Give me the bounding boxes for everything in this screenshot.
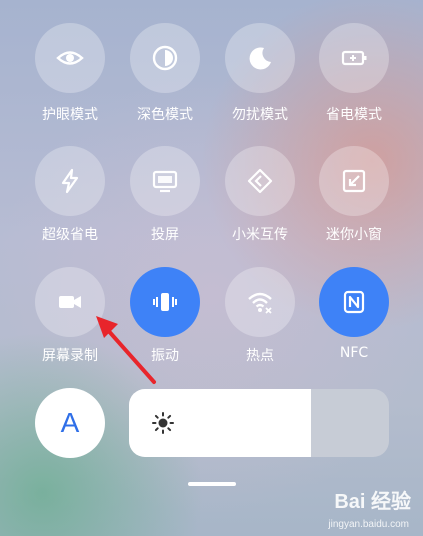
watermark-brand: Bai 经验: [334, 491, 411, 513]
auto-brightness-icon: A: [60, 407, 80, 438]
screen-cast-label: 投屏: [151, 227, 179, 243]
contrast-icon: [152, 45, 178, 71]
mini-window-icon: [342, 169, 366, 193]
lightning-icon: [61, 168, 79, 194]
battery-icon: [341, 50, 367, 66]
do-not-disturb-label: 勿扰模式: [232, 107, 288, 123]
auto-brightness-button[interactable]: A: [35, 388, 105, 458]
eye-care-label: 护眼模式: [42, 107, 98, 123]
do-not-disturb-toggle[interactable]: [225, 23, 295, 93]
mini-window-label: 迷你小窗: [326, 227, 382, 243]
home-handle[interactable]: [188, 482, 236, 486]
moon-icon: [249, 47, 271, 70]
watermark-url: jingyan.baidu.com: [328, 519, 409, 530]
nfc-icon: [343, 290, 365, 314]
brightness-slider[interactable]: [129, 389, 389, 457]
screen-cast-icon: [152, 170, 178, 193]
mi-share-label: 小米互传: [232, 227, 288, 243]
mini-window-toggle[interactable]: [319, 146, 389, 216]
screen-cast-toggle[interactable]: [130, 146, 200, 216]
eye-care-toggle[interactable]: [35, 23, 105, 93]
sun-icon: [152, 412, 174, 434]
mi-share-toggle[interactable]: [225, 146, 295, 216]
hotspot-toggle[interactable]: [225, 267, 295, 337]
annotation-arrow: [96, 316, 156, 384]
ultra-battery-saver-label: 超级省电: [42, 227, 98, 243]
dark-mode-toggle[interactable]: [130, 23, 200, 93]
nfc-toggle[interactable]: [319, 267, 389, 337]
battery-saver-toggle[interactable]: [319, 23, 389, 93]
nfc-label: NFC: [339, 345, 369, 361]
mi-share-icon: [247, 168, 273, 194]
eye-icon: [56, 51, 84, 65]
hotspot-icon: [248, 292, 272, 314]
dark-mode-label: 深色模式: [137, 107, 193, 123]
ultra-battery-saver-toggle[interactable]: [35, 146, 105, 216]
hotspot-label: 热点: [246, 348, 274, 364]
battery-saver-label: 省电模式: [326, 107, 382, 123]
video-camera-icon: [59, 296, 81, 308]
